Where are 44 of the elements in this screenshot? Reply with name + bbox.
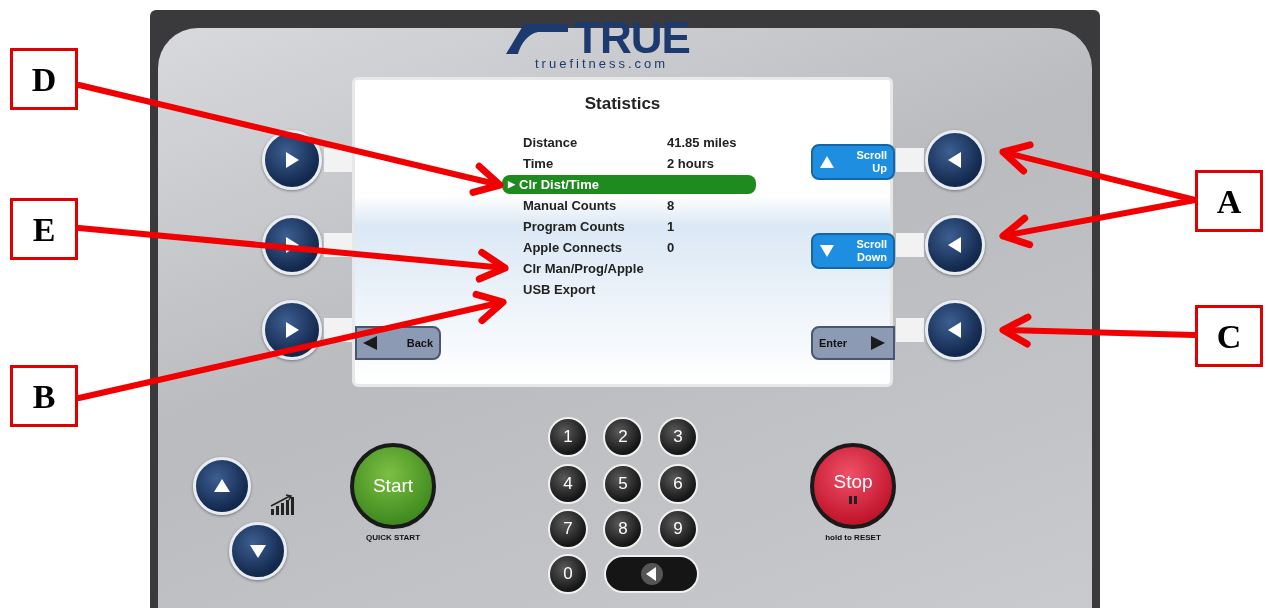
stat-value: 1 [667,218,675,236]
caption-text: hold to RESET [824,532,882,544]
callout-label: C [1195,305,1263,367]
callout-label: E [10,198,78,260]
up-triangle-icon [213,477,231,495]
website-text: truefitness.com [535,57,669,71]
stat-value: 8 [667,197,675,215]
incline-chart-icon [270,494,296,516]
menu-item[interactable]: ▶ Clr Dist/Time [502,175,756,194]
right-triangle-icon [871,336,887,350]
screen-title: Statistics [583,93,662,115]
soft-key[interactable]: Back [355,326,441,360]
menu-item[interactable]: Program Counts [523,218,625,236]
stat-value: 0 [667,239,675,257]
menu-item[interactable]: Apple Connects [523,239,622,257]
left-triangle-icon [946,321,964,339]
pause-icon [849,496,857,505]
right-triangle-icon [283,236,301,254]
up-triangle-icon [819,155,835,169]
soft-key[interactable]: Enter [811,326,895,360]
brand-logo: TRUE [574,20,690,56]
stat-value: 2 hours [667,155,714,173]
arch-logo-icon [506,24,570,54]
left-triangle-icon [946,236,964,254]
menu-item[interactable]: Time [523,155,554,173]
button-stem [896,148,924,172]
menu-item[interactable]: USB Export [523,281,596,299]
callout-label: B [10,365,78,427]
button-stem [896,318,924,342]
callout-label: D [10,48,78,110]
menu-item[interactable]: Clr Man/Prog/Apple [523,260,644,278]
right-triangle-icon [283,321,301,339]
callout-label: A [1195,170,1263,232]
right-triangle-icon [283,151,301,169]
caption-text: QUICK START [364,532,422,544]
down-triangle-icon [819,244,835,258]
menu-item[interactable]: Manual Counts [523,197,617,215]
left-triangle-icon [946,151,964,169]
down-triangle-icon [249,542,267,560]
backspace-key[interactable] [604,555,699,593]
left-triangle-icon [363,336,379,350]
button-stem [896,233,924,257]
menu-item[interactable]: Distance [523,134,578,152]
stat-value: 41.85 miles [667,134,737,152]
